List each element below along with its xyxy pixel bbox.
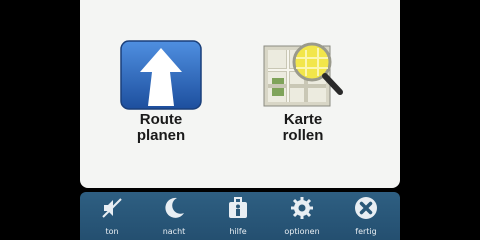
plan-route-label-line1: Route [139,111,183,128]
plan-route-button[interactable]: Route planen [96,36,226,156]
plan-route-label: Route planen [96,112,226,144]
plan-route-label-line2: planen [136,127,186,144]
night-mode-label: nacht [162,227,186,236]
browse-map-label-line1: Karte [283,111,323,128]
gear-icon [291,197,313,219]
browse-map-label: Karte rollen [238,112,368,144]
sound-off-icon [102,198,122,218]
browse-map-label-line2: rollen [282,127,324,144]
night-mode-button[interactable]: nacht [144,192,204,240]
options-button[interactable]: optionen [272,192,332,240]
sound-toggle-button[interactable]: ton [82,192,142,240]
map-magnifier-icon [263,42,343,107]
bottom-toolbar: ton nacht hilfe optionen fertig [80,192,400,240]
main-menu-panel: Route planen Karte rollen [80,0,400,188]
moon-icon [165,197,184,218]
done-label: fertig [355,227,377,236]
close-icon [355,197,377,219]
sound-toggle-label: ton [105,227,119,236]
route-arrow-icon [120,40,202,110]
help-button[interactable]: hilfe [208,192,268,240]
options-label: optionen [284,227,320,236]
browse-map-button[interactable]: Karte rollen [238,36,368,156]
help-label: hilfe [229,227,247,236]
done-button[interactable]: fertig [336,192,396,240]
help-kit-icon [229,197,247,218]
screen: Route planen Karte rollen ton nacht hilf… [0,0,480,240]
